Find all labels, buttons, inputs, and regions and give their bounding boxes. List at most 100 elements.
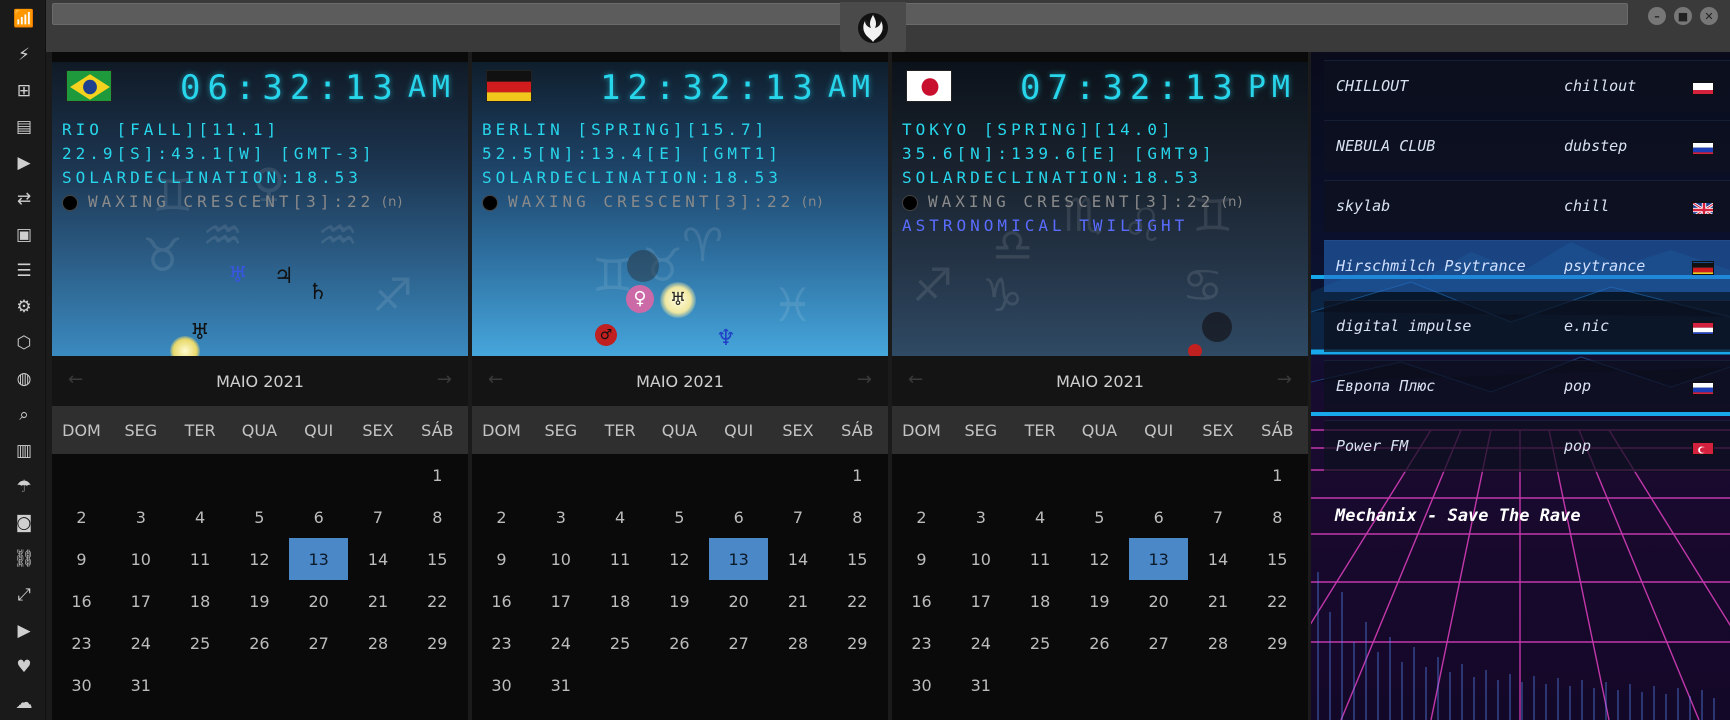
map-icon[interactable]: ▥ (13, 440, 35, 462)
calendar-day[interactable]: 9 (52, 538, 111, 580)
calendar-day[interactable]: 22 (408, 580, 467, 622)
calendar-day[interactable]: 16 (472, 580, 531, 622)
radio-station-item[interactable]: CHILLOUT chillout (1324, 60, 1730, 112)
calendar-day[interactable]: 10 (111, 538, 170, 580)
lightning-icon[interactable]: ⚡ (13, 44, 35, 66)
calendar-day[interactable]: 29 (408, 622, 467, 664)
link-icon[interactable]: ⛓ (13, 548, 35, 570)
calendar-day[interactable]: 23 (472, 622, 531, 664)
calendar-day[interactable]: 7 (349, 496, 408, 538)
calendar-day[interactable]: 24 (531, 622, 590, 664)
calendar-day[interactable]: 23 (52, 622, 111, 664)
calendar-day[interactable]: 24 (951, 622, 1010, 664)
calendar-day[interactable]: 29 (1248, 622, 1307, 664)
wifi-icon[interactable]: 📶 (13, 8, 35, 30)
calendar-day[interactable]: 12 (650, 538, 709, 580)
calendar-day[interactable]: 17 (531, 580, 590, 622)
calendar-day[interactable]: 20 (1129, 580, 1188, 622)
calendar-day[interactable]: 25 (1011, 622, 1070, 664)
calendar-day[interactable]: 14 (349, 538, 408, 580)
close-button[interactable]: ✕ (1700, 7, 1718, 25)
calendar-day[interactable]: 16 (892, 580, 951, 622)
maximize-button[interactable]: ■ (1674, 7, 1692, 25)
calendar-day[interactable]: 25 (591, 622, 650, 664)
calendar-day[interactable]: 20 (709, 580, 768, 622)
calendar-day[interactable]: 11 (591, 538, 650, 580)
calendar-day[interactable]: 1 (408, 454, 467, 496)
calendar-day[interactable]: 1 (1248, 454, 1307, 496)
calendar-day[interactable]: 2 (472, 496, 531, 538)
calendar-day[interactable]: 27 (709, 622, 768, 664)
calendar-day[interactable]: 4 (171, 496, 230, 538)
calendar-day[interactable]: 4 (591, 496, 650, 538)
calendar-day[interactable]: 6 (709, 496, 768, 538)
calendar-day[interactable]: 11 (1011, 538, 1070, 580)
calendar-day[interactable]: 21 (1189, 580, 1248, 622)
heart-icon[interactable]: ♥ (13, 656, 35, 678)
calendar-day[interactable]: 21 (349, 580, 408, 622)
radio-station-item[interactable]: Power FM pop (1324, 420, 1730, 472)
calendar-day[interactable]: 22 (828, 580, 887, 622)
calendar-day[interactable]: 12 (1070, 538, 1129, 580)
calendar-day[interactable]: 3 (111, 496, 170, 538)
globe-icon[interactable]: ◍ (13, 368, 35, 390)
calendar-day[interactable]: 26 (1070, 622, 1129, 664)
calendar-day-today[interactable]: 13 (289, 538, 349, 580)
radio-station-item[interactable]: digital impulse e.nic (1324, 300, 1730, 352)
radio-station-item[interactable]: Европа Плюс pop (1324, 360, 1730, 412)
calendar-day[interactable]: 25 (171, 622, 230, 664)
image-icon[interactable]: ▣ (13, 224, 35, 246)
calendar-day[interactable]: 27 (289, 622, 348, 664)
calendar-day[interactable]: 7 (769, 496, 828, 538)
calendar-day[interactable]: 28 (1189, 622, 1248, 664)
calendar-day[interactable]: 18 (171, 580, 230, 622)
cloud-icon[interactable]: ☁ (13, 692, 35, 714)
calendar-day[interactable]: 26 (230, 622, 289, 664)
radio-station-item[interactable]: Hirschmilch Psytrance psytrance (1324, 240, 1730, 292)
search-icon[interactable]: ⌕ (13, 404, 35, 426)
gear-badge-icon[interactable]: ⚙ (13, 296, 35, 318)
calendar-day[interactable]: 3 (951, 496, 1010, 538)
radio-station-item[interactable]: skylab chill (1324, 180, 1730, 232)
calendar-day[interactable]: 22 (1248, 580, 1307, 622)
calendar-day[interactable]: 31 (531, 664, 590, 706)
calendar-day[interactable]: 10 (531, 538, 590, 580)
calendar-day[interactable]: 9 (472, 538, 531, 580)
calendar-day[interactable]: 19 (230, 580, 289, 622)
archive-icon[interactable]: ▤ (13, 116, 35, 138)
calendar-day[interactable]: 21 (769, 580, 828, 622)
calendar-day[interactable]: 20 (289, 580, 348, 622)
calendar-day[interactable]: 15 (408, 538, 467, 580)
calendar-day[interactable]: 5 (650, 496, 709, 538)
calendar-day[interactable]: 31 (951, 664, 1010, 706)
calendar-day[interactable]: 23 (892, 622, 951, 664)
calendar-day[interactable]: 8 (408, 496, 467, 538)
calendar-day[interactable]: 5 (1070, 496, 1129, 538)
calendar-day[interactable]: 12 (230, 538, 289, 580)
logo-tab[interactable] (840, 2, 906, 52)
hexagon-icon[interactable]: ⬡ (13, 332, 35, 354)
contacts-icon[interactable]: ◙ (13, 512, 35, 534)
calendar-day[interactable]: 1 (828, 454, 887, 496)
calendar-day[interactable]: 18 (591, 580, 650, 622)
translate-icon[interactable]: ⇄ (13, 188, 35, 210)
calendar-day[interactable]: 30 (472, 664, 531, 706)
calendar-day[interactable]: 30 (892, 664, 951, 706)
calendar-day[interactable]: 24 (111, 622, 170, 664)
play-icon[interactable]: ▶ (13, 152, 35, 174)
calendar-day[interactable]: 6 (1129, 496, 1188, 538)
calendar-day[interactable]: 8 (828, 496, 887, 538)
calendar-day-today[interactable]: 13 (1129, 538, 1189, 580)
calendar-day[interactable]: 4 (1011, 496, 1070, 538)
next-month-button[interactable]: → (437, 369, 452, 390)
calendar-day[interactable]: 10 (951, 538, 1010, 580)
calendar-day[interactable]: 11 (171, 538, 230, 580)
calendar-day[interactable]: 3 (531, 496, 590, 538)
minimize-button[interactable]: – (1648, 7, 1666, 25)
calendar-day[interactable]: 6 (289, 496, 348, 538)
calendar-day[interactable]: 8 (1248, 496, 1307, 538)
calendar-day[interactable]: 5 (230, 496, 289, 538)
calendar-day[interactable]: 17 (111, 580, 170, 622)
calendar-day-today[interactable]: 13 (709, 538, 769, 580)
calendar-day[interactable]: 15 (828, 538, 887, 580)
